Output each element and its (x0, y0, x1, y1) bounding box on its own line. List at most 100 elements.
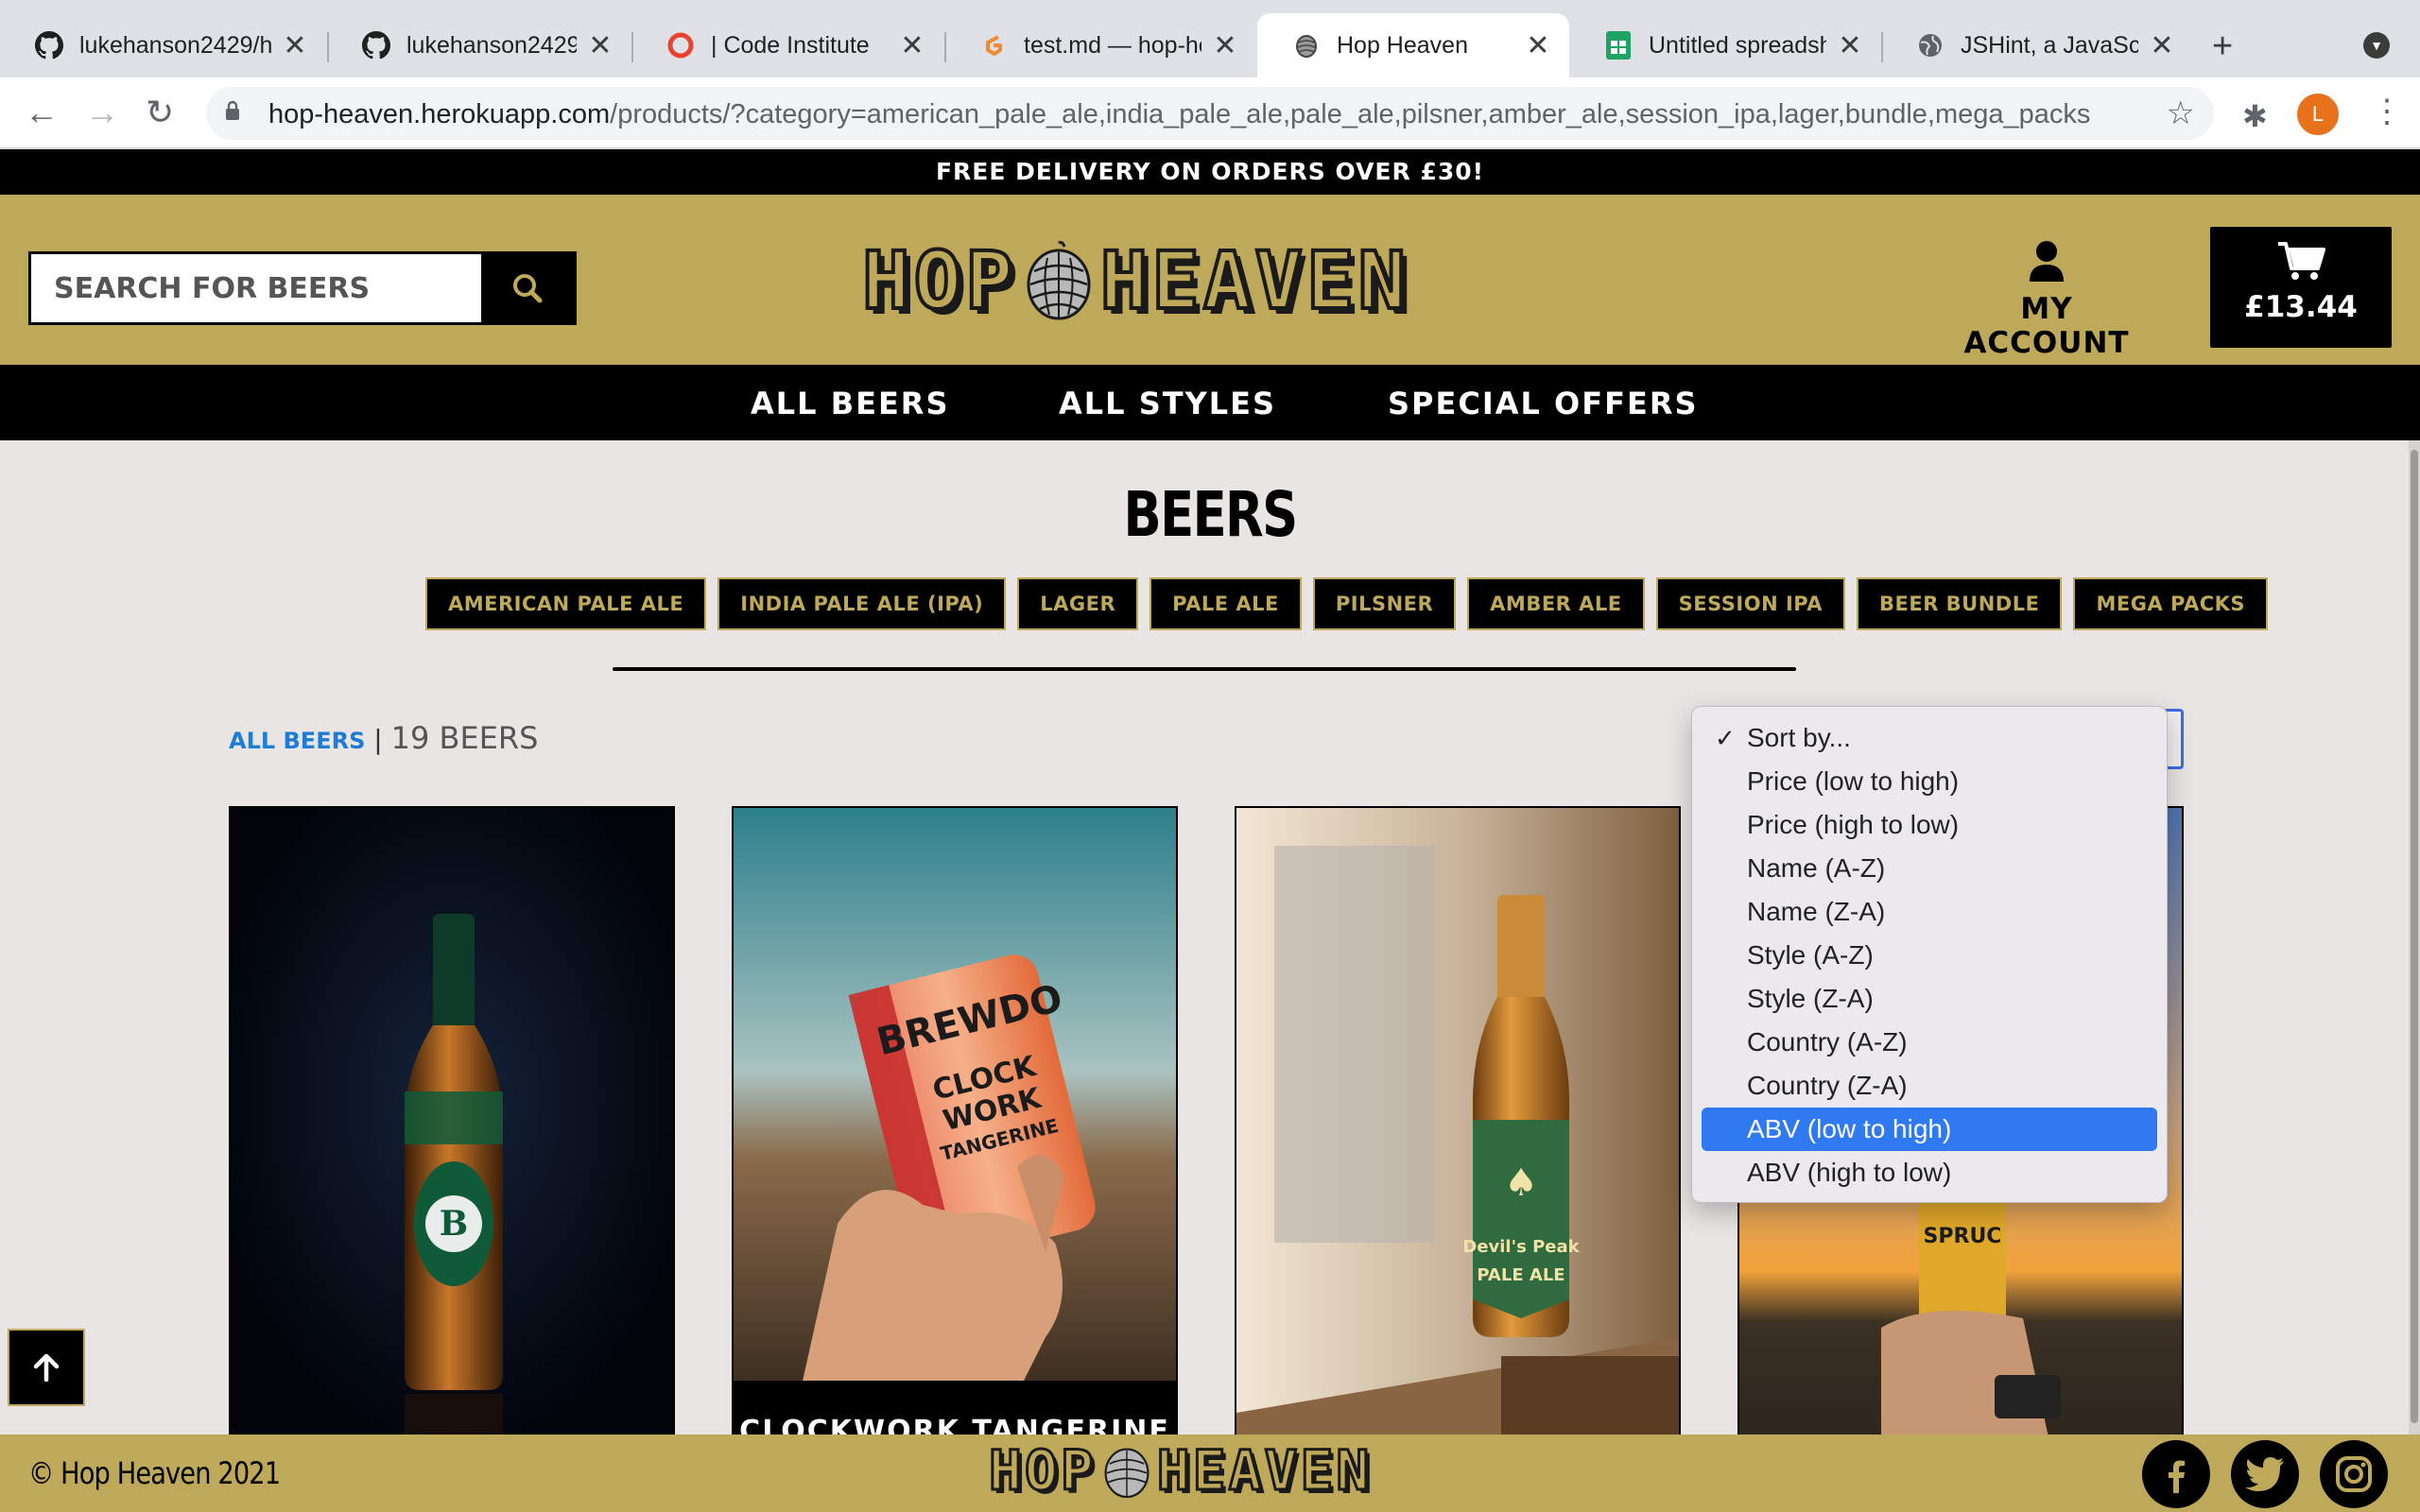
product-card[interactable]: B (229, 806, 675, 1435)
product-image: Devil's Peak PALE ALE ♠ (1236, 808, 1679, 1435)
sort-option-name-desc[interactable]: Name (Z-A) (1702, 890, 2157, 934)
category-badges: AMERICAN PALE ALE INDIA PALE ALE (IPA) L… (425, 577, 2269, 630)
tab-search-icon[interactable]: ▼ (2363, 32, 2390, 59)
close-tab-icon[interactable]: ✕ (900, 29, 925, 62)
nav-all-styles[interactable]: ALL STYLES (1059, 386, 1276, 421)
page-scrollbar[interactable] (2409, 440, 2420, 1435)
facebook-link[interactable] (2142, 1440, 2210, 1508)
close-tab-icon[interactable]: ✕ (1213, 29, 1237, 62)
browser-tab-6[interactable]: Untitled spreadsh ✕ (1569, 13, 1881, 77)
browser-tab-title: Untitled spreadsh (1649, 31, 1826, 59)
globe-icon (1915, 30, 1945, 60)
footer-logo[interactable]: HOP HEAVEN (988, 1437, 1373, 1504)
url-text: hop-heaven.herokuapp.com/products/?categ… (268, 99, 2091, 129)
browser-tab-title: test.md — hop-he (1024, 31, 1201, 59)
checkmark-icon: ✓ (1715, 724, 1736, 752)
logo-text-heaven: HEAVEN (1098, 232, 1410, 329)
close-tab-icon[interactable]: ✕ (1526, 29, 1550, 62)
browser-tab-title: JSHint, a JavaScr (1961, 31, 2138, 59)
code-institute-icon (666, 30, 696, 60)
profile-avatar[interactable]: L (2297, 94, 2339, 135)
logo-text-heaven: HEAVEN (1155, 1437, 1373, 1504)
category-badge-session-ipa[interactable]: SESSION IPA (1655, 577, 1845, 630)
nav-special-offers[interactable]: SPECIAL OFFERS (1388, 386, 1699, 421)
svg-text:♠: ♠ (1504, 1160, 1538, 1205)
hop-icon (1291, 30, 1322, 60)
github-icon (34, 30, 64, 60)
lock-icon (226, 100, 239, 120)
sort-option-name-asc[interactable]: Name (A-Z) (1702, 847, 2157, 890)
instagram-icon (2336, 1456, 2372, 1492)
forward-arrow-icon[interactable]: → (85, 93, 119, 132)
address-bar[interactable]: hop-heaven.herokuapp.com/products/?categ… (206, 87, 2214, 140)
product-card[interactable]: BREWDO CLOCK WORK TANGERINE CLOCKWORK TA… (732, 806, 1178, 1435)
logo-text-hop: HOP (988, 1437, 1097, 1504)
back-arrow-icon[interactable]: ← (25, 93, 59, 132)
back-to-top-button[interactable] (8, 1329, 85, 1406)
search-form (28, 251, 577, 325)
my-account-link[interactable]: MY ACCOUNT (1938, 240, 2155, 360)
sort-option-abv-desc[interactable]: ABV (high to low) (1702, 1151, 2157, 1194)
svg-text:B: B (440, 1204, 468, 1244)
reload-icon[interactable]: ↻ (146, 93, 174, 132)
sort-option-price-desc[interactable]: Price (high to low) (1702, 803, 2157, 847)
site-header: HOP HEAVEN MY ACCOUNT £13.44 (0, 195, 2420, 365)
category-badge-pilsner[interactable]: PILSNER (1312, 577, 1457, 630)
category-badge-amber-ale[interactable]: AMBER ALE (1467, 577, 1645, 630)
sort-option-style-asc[interactable]: Style (A-Z) (1702, 934, 2157, 977)
sort-option-default[interactable]: ✓ Sort by... (1702, 716, 2157, 760)
hop-cone-icon (1027, 241, 1091, 320)
extensions-puzzle-icon[interactable]: ✱ (2242, 98, 2268, 134)
close-tab-icon[interactable]: ✕ (588, 29, 613, 62)
facebook-icon (2169, 1460, 2185, 1493)
browser-tab-title: Hop Heaven (1337, 31, 1468, 59)
product-image: B (231, 808, 673, 1435)
sort-option-price-asc[interactable]: Price (low to high) (1702, 760, 2157, 803)
close-tab-icon[interactable]: ✕ (2150, 29, 2174, 62)
shopping-cart-button[interactable]: £13.44 (2210, 227, 2392, 348)
page-title: BEERS (1123, 478, 1298, 551)
search-input[interactable] (31, 254, 485, 322)
browser-tab-4[interactable]: test.md — hop-he ✕ (944, 13, 1256, 77)
category-badge-india-pale-ale[interactable]: INDIA PALE ALE (IPA) (717, 577, 1007, 630)
category-badge-mega-packs[interactable]: MEGA PACKS (2073, 577, 2269, 630)
sort-option-abv-asc[interactable]: ABV (low to high) (1702, 1108, 2157, 1151)
section-divider (613, 667, 1796, 671)
product-card[interactable]: Devil's Peak PALE ALE ♠ (1235, 806, 1681, 1435)
browser-tab-7[interactable]: JSHint, a JavaScr ✕ (1881, 13, 2193, 77)
all-beers-link[interactable]: ALL BEERS (229, 728, 365, 754)
nav-all-beers[interactable]: ALL BEERS (751, 386, 949, 421)
site-logo[interactable]: HOP HEAVEN (860, 232, 1409, 329)
instagram-link[interactable] (2320, 1440, 2388, 1508)
browser-tab-1[interactable]: lukehanson2429/h ✕ (0, 13, 326, 77)
browser-tab-3[interactable]: | Code Institute ✕ (631, 13, 943, 77)
site-footer: © Hop Heaven 2021 HOP HEAVEN (0, 1435, 2420, 1512)
sort-option-country-asc[interactable]: Country (A-Z) (1702, 1021, 2157, 1064)
sort-option-style-desc[interactable]: Style (Z-A) (1702, 977, 2157, 1021)
twitter-icon (2245, 1457, 2284, 1491)
twitter-link[interactable] (2231, 1440, 2299, 1508)
user-icon (2030, 241, 2064, 282)
close-tab-icon[interactable]: ✕ (283, 29, 307, 62)
search-button[interactable] (481, 254, 574, 322)
browser-tab-5[interactable]: Hop Heaven ✕ (1257, 13, 1569, 77)
main-navigation: ALL BEERS ALL STYLES SPECIAL OFFERS (0, 365, 2420, 440)
bookmark-star-icon[interactable]: ☆ (2167, 94, 2195, 132)
scrollbar-thumb[interactable] (2411, 450, 2418, 1423)
new-tab-icon[interactable]: + (2212, 26, 2233, 67)
sheets-icon (1603, 30, 1634, 60)
free-delivery-banner: FREE DELIVERY ON ORDERS OVER £30! (0, 149, 2420, 195)
browser-menu-icon[interactable]: ⋮ (2371, 93, 2403, 130)
product-count: 19 BEERS (390, 720, 539, 756)
svg-text:PALE ALE: PALE ALE (1477, 1265, 1564, 1285)
copyright-text: © Hop Heaven 2021 (28, 1455, 281, 1491)
category-badge-lager[interactable]: LAGER (1017, 577, 1139, 630)
product-image: BREWDO CLOCK WORK TANGERINE (734, 808, 1176, 1394)
sort-option-country-desc[interactable]: Country (Z-A) (1702, 1064, 2157, 1108)
svg-text:SPRUC: SPRUC (1924, 1225, 2002, 1248)
browser-tab-2[interactable]: lukehanson2429/h ✕ (327, 13, 631, 77)
category-badge-american-pale-ale[interactable]: AMERICAN PALE ALE (425, 577, 707, 630)
category-badge-pale-ale[interactable]: PALE ALE (1150, 577, 1302, 630)
close-tab-icon[interactable]: ✕ (1838, 29, 1862, 62)
category-badge-beer-bundle[interactable]: BEER BUNDLE (1857, 577, 2063, 630)
